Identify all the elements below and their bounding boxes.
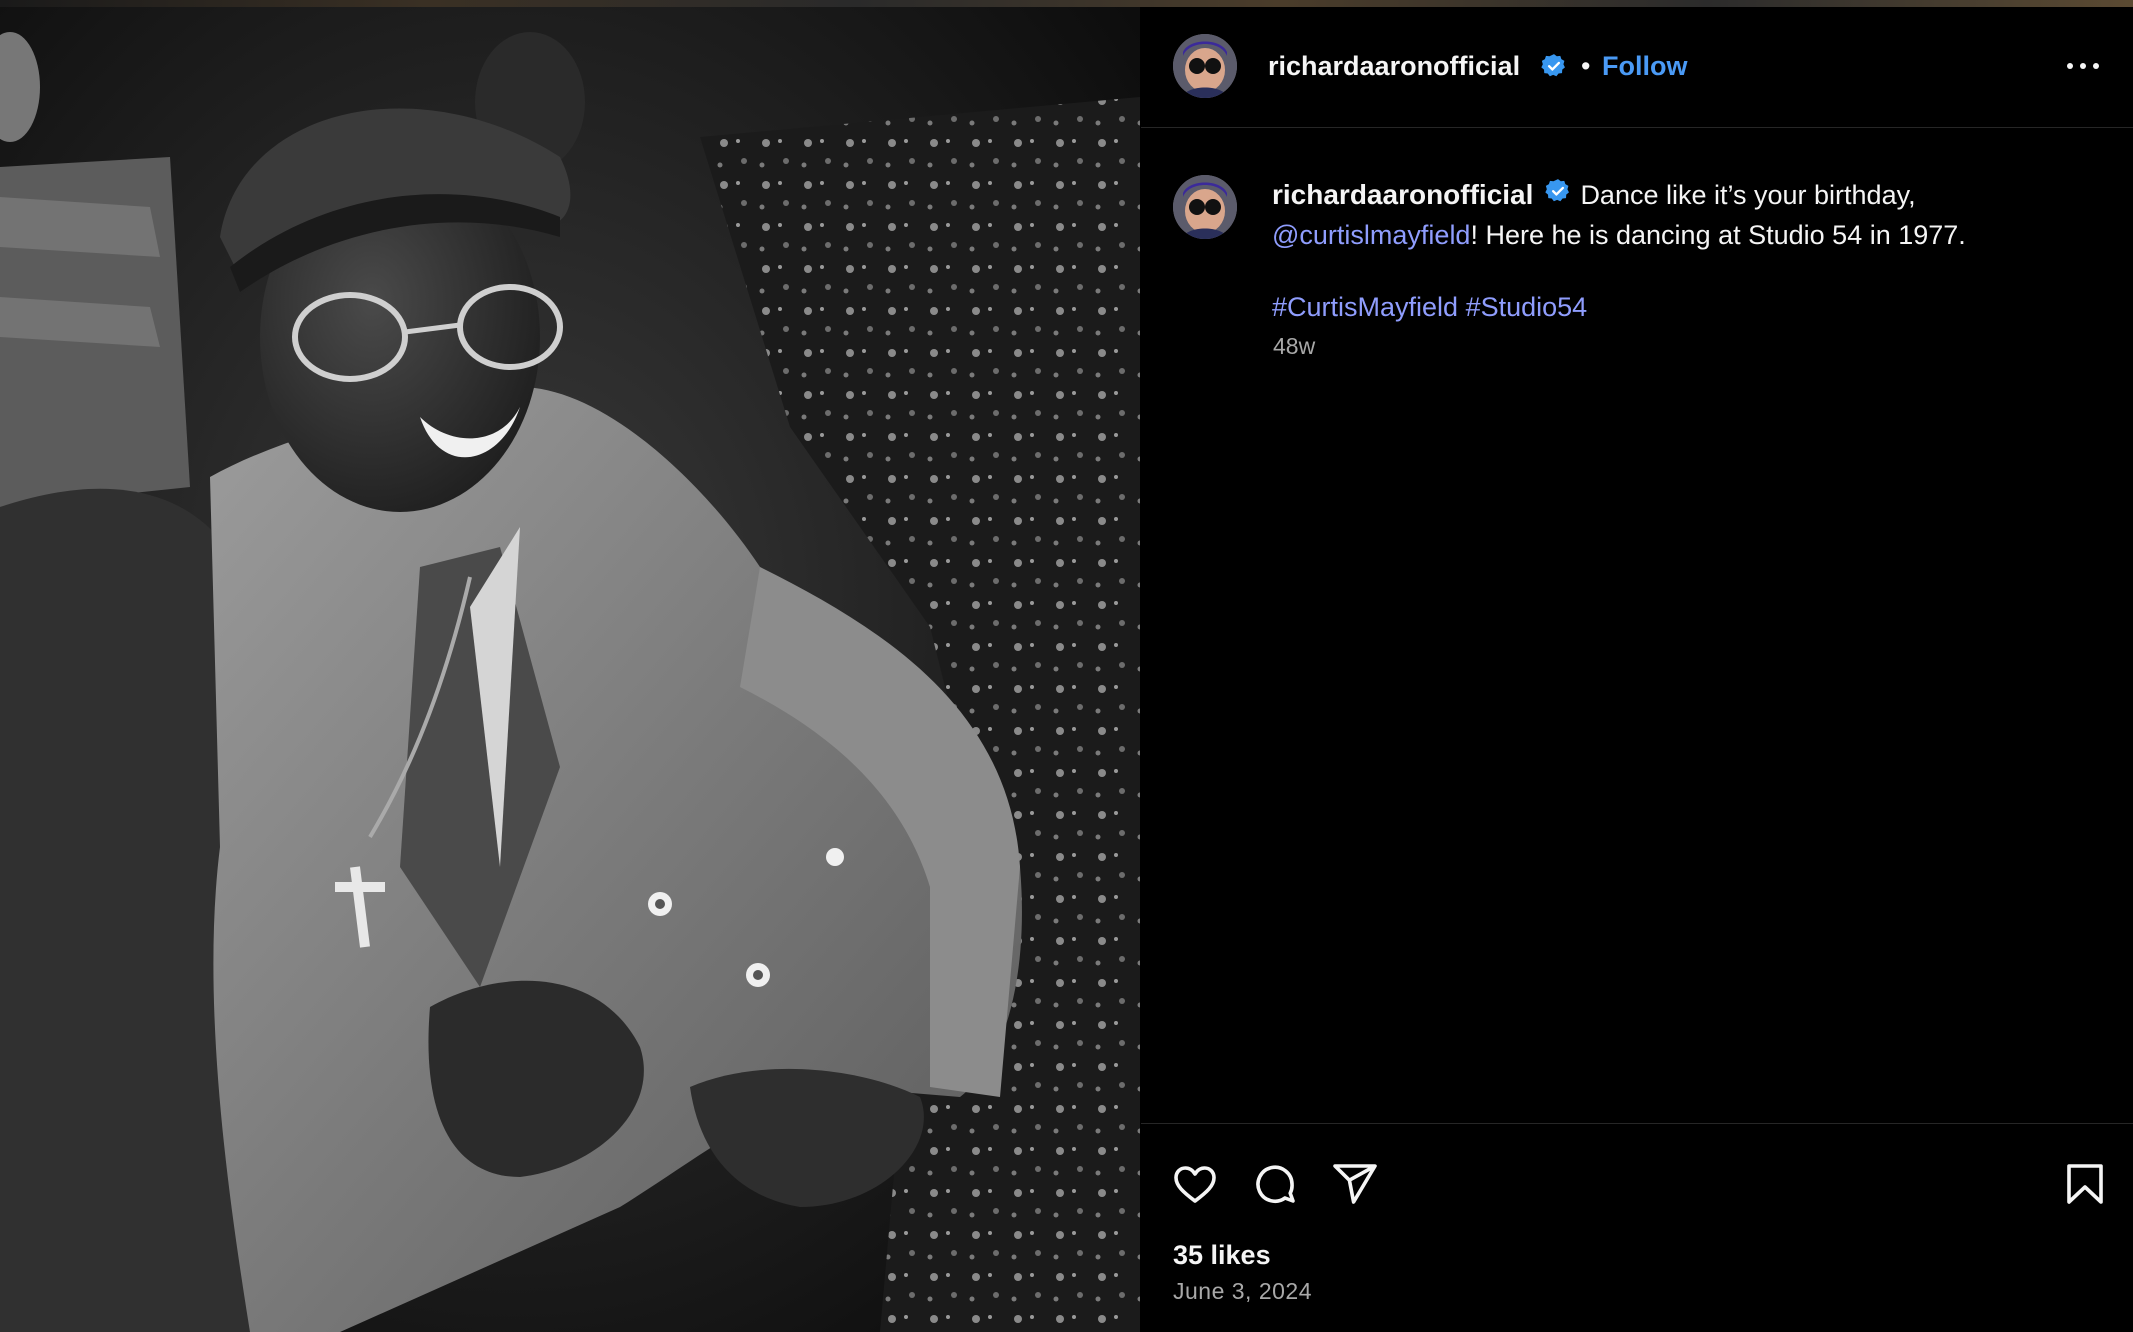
bookmark-icon[interactable] <box>2061 1160 2109 1208</box>
post-actions: 35 likes June 3, 2024 <box>1141 1123 2133 1332</box>
post-age[interactable]: 48w <box>1273 333 1315 360</box>
caption-avatar[interactable] <box>1173 175 1237 239</box>
dancing-man-photo <box>0 7 1140 1332</box>
avatar-image <box>1173 175 1237 239</box>
caption-username-link[interactable]: richardaaronofficial <box>1272 179 1533 210</box>
post-caption: richardaaronofficial Dance like it’s you… <box>1272 177 2092 325</box>
avatar-image <box>1173 34 1237 98</box>
separator-dot: • <box>1581 51 1591 81</box>
caption-body: richardaaronofficial Dance like it’s you… <box>1272 177 2092 253</box>
avatar[interactable] <box>1173 34 1237 98</box>
background-feed-strip <box>0 0 2133 7</box>
username-link[interactable]: richardaaronofficial <box>1268 49 1520 83</box>
heart-icon[interactable] <box>1171 1160 1219 1208</box>
post-header: richardaaronofficial • Follow <box>1141 7 2133 128</box>
instagram-post-view: richardaaronofficial • Follow richardaar… <box>0 0 2133 1332</box>
post-photo[interactable] <box>0 7 1140 1332</box>
likes-count[interactable]: 35 likes <box>1173 1240 1271 1271</box>
post-date: June 3, 2024 <box>1173 1278 1313 1304</box>
more-options-icon[interactable] <box>2065 51 2101 81</box>
caption-text-start: Dance like it’s your birthday, <box>1580 180 1916 211</box>
hashtag-link[interactable]: #Studio54 <box>1466 292 1588 322</box>
share-icon[interactable] <box>1331 1160 1379 1208</box>
caption-text-end: ! Here he is dancing at Studio 54 in 197… <box>1470 220 1966 250</box>
verified-badge-icon <box>1545 177 1571 213</box>
hashtags: #CurtisMayfield #Studio54 <box>1272 289 2092 325</box>
mention-link[interactable]: @curtislmayfield <box>1272 220 1470 250</box>
post-details-panel: richardaaronofficial • Follow richardaar… <box>1141 7 2133 1332</box>
hashtag-link[interactable]: #CurtisMayfield <box>1272 292 1458 322</box>
follow-button[interactable]: Follow <box>1602 49 1687 83</box>
comment-icon[interactable] <box>1251 1160 1299 1208</box>
verified-badge-icon <box>1541 53 1567 84</box>
